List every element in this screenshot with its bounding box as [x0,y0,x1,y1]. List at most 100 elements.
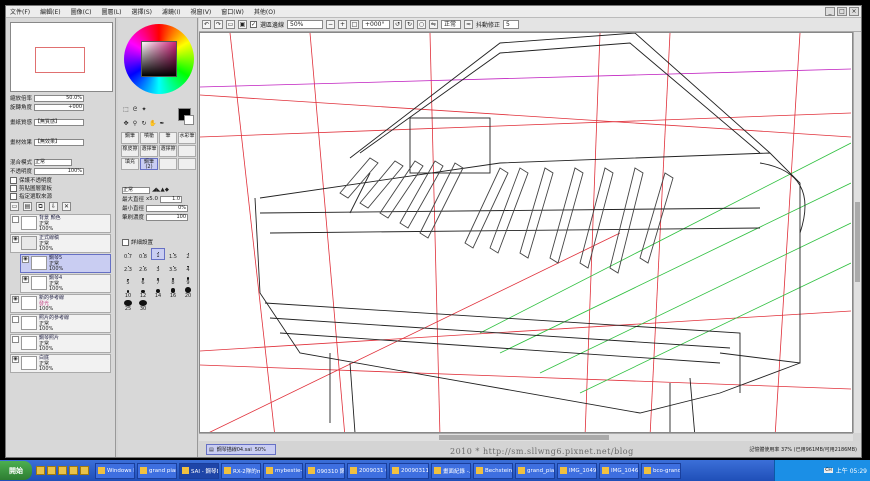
visibility-icon[interactable]: ◉ [12,356,19,363]
brush-slot[interactable] [178,145,196,157]
brush-size-option[interactable]: 2 [181,248,195,260]
brush-size-option[interactable]: 14 [151,287,165,299]
horizontal-scroll-thumb[interactable] [439,435,609,440]
menu-file[interactable]: 文件(F) [10,7,30,16]
density-slider[interactable]: 100 [146,213,189,221]
brush-airbrush[interactable]: 噴槍 [140,132,158,144]
drawing-canvas[interactable] [199,32,853,433]
brush-size-option[interactable]: 2.3 [121,261,135,273]
layer-item[interactable]: 照片的參考線 正常 100% [10,314,111,333]
quick-launch-icon[interactable] [69,466,78,475]
brush-mode-select[interactable]: 正常 [122,186,150,194]
navigator-viewport[interactable] [35,47,85,73]
brush-select-pen[interactable]: 選擇筆 [140,145,158,157]
flip-icon[interactable]: ⇋ [429,20,439,29]
menu-filter[interactable]: 濾鏡(I) [162,7,180,16]
brush-size-option[interactable]: 9 [181,274,195,286]
eyedropper-icon[interactable]: ✒ [158,120,166,128]
visibility-icon[interactable]: ◉ [12,236,19,243]
quick-launch-icon[interactable] [80,466,89,475]
effect-select[interactable]: 【無效果】 [34,138,85,146]
clip-checkbox[interactable] [10,184,17,192]
quick-launch-icon[interactable] [36,466,45,475]
taskbar-button[interactable]: IMG_1049 -... [557,462,597,479]
brush-slot[interactable] [159,158,177,170]
new-layer-icon[interactable]: ▭ [10,201,19,211]
deselect-icon[interactable]: ▭ [226,20,235,29]
brush-size-option[interactable]: 12 [136,287,150,299]
brush-size-option[interactable]: 1 [151,248,165,260]
taskbar-button[interactable]: RX-2隊的ma... [221,462,261,479]
color-saturation-square[interactable] [141,41,177,77]
brush-size-option[interactable]: 0.7 [121,248,135,260]
layer-item-selected[interactable]: ◉ 鋼琴5 正常 100% [20,254,111,273]
zoom-reset-icon[interactable]: □ [350,20,360,29]
document-tab[interactable]: ▤ 鋼琴描線04.sai 50% [206,444,276,455]
brush-fill[interactable]: 填充 [121,158,139,170]
menu-other[interactable]: 其他(O) [254,7,275,16]
brush-size-option[interactable]: 4 [181,261,195,273]
zoom-out-icon[interactable]: − [326,20,336,29]
brush-size-option[interactable]: 30 [136,300,150,312]
layer-item[interactable]: ◉ 鋼琴4 正常 100% [20,274,111,293]
menu-select[interactable]: 選擇(S) [132,7,153,16]
rotate-icon[interactable]: ↻ [140,120,148,128]
quick-launch-icon[interactable] [47,466,56,475]
vertical-scroll-thumb[interactable] [855,202,860,282]
horizontal-scrollbar[interactable] [199,433,853,441]
brush-size-option[interactable]: 3.5 [166,261,180,273]
lasso-icon[interactable]: ᘓ [131,106,139,114]
opacity-slider[interactable]: 100% [34,167,85,175]
new-folder-icon[interactable]: ▤ [23,201,32,211]
rotate-left-icon[interactable]: ↺ [393,20,403,29]
detail-checkbox[interactable] [122,238,129,246]
select-rect-icon[interactable]: ⬚ [122,106,130,114]
brush-size-option[interactable]: 25 [121,300,135,312]
layer-item[interactable]: ◉ 正式線稿 正常 100% [10,234,111,253]
start-button[interactable]: 開始 [0,461,32,480]
menu-edit[interactable]: 編輯(E) [40,7,60,16]
taskbar-button[interactable]: 20090311 0... [389,462,429,479]
undo-icon[interactable]: ↶ [202,20,211,29]
max-size-slider[interactable]: 1.0 [160,195,183,203]
angle-slider[interactable]: +000 [34,103,85,111]
taskbar-button[interactable]: Windows M... [95,462,135,479]
brush-size-option[interactable]: 0.8 [136,248,150,260]
background-color[interactable] [184,115,194,125]
layer-item[interactable]: 背景 顏色 正常 100% [10,214,111,233]
visibility-icon[interactable] [12,216,19,223]
rotate-right-icon[interactable]: ↻ [405,20,415,29]
select-source-checkbox[interactable] [10,192,17,200]
zoom-field[interactable]: 50% [287,20,324,29]
taskbar-button[interactable]: 2009031 0... [347,462,387,479]
brush-brush[interactable]: 筆 [159,132,177,144]
taskbar-button[interactable]: IMG_1046 -... [599,462,639,479]
maximize-icon[interactable]: □ [837,7,847,16]
merge-layer-icon[interactable]: ⇩ [49,201,58,211]
brush-size-option[interactable]: 20 [181,287,195,299]
quick-launch-icon[interactable] [58,466,67,475]
brush-size-option[interactable]: 6 [136,274,150,286]
texture-select[interactable]: 【無質感】 [34,118,85,126]
brush-size-option[interactable]: 10 [121,287,135,299]
brush-size-option[interactable]: 7 [151,274,165,286]
brush-watercolor[interactable]: 水彩筆 [178,132,196,144]
brush-size-option[interactable]: 2.6 [136,261,150,273]
zoom-slider[interactable]: 50.0% [34,94,85,102]
delete-layer-icon[interactable]: ✕ [62,201,71,211]
stabilizer-field[interactable]: 5 [503,20,520,29]
taskbar-button[interactable]: SAI - 鋼琴Do... [179,462,219,479]
navigator[interactable] [10,22,113,92]
brush-size-option[interactable]: 1.5 [166,248,180,260]
mode-select[interactable]: 正常 [441,20,462,29]
taskbar-button[interactable]: Bechstein_0... [473,462,513,479]
visibility-icon[interactable]: ◉ [22,256,29,263]
taskbar-button[interactable]: grand piano... [137,462,177,479]
brush-slot[interactable] [178,158,196,170]
invert-selection-icon[interactable]: ▣ [238,20,247,29]
brush-pen-2[interactable]: 鋼筆(2) [140,158,158,170]
color-wheel[interactable] [124,24,194,94]
brush-size-option[interactable]: 3 [151,261,165,273]
preserve-checkbox[interactable] [10,176,17,184]
menu-image[interactable]: 圖像(C) [71,7,92,16]
